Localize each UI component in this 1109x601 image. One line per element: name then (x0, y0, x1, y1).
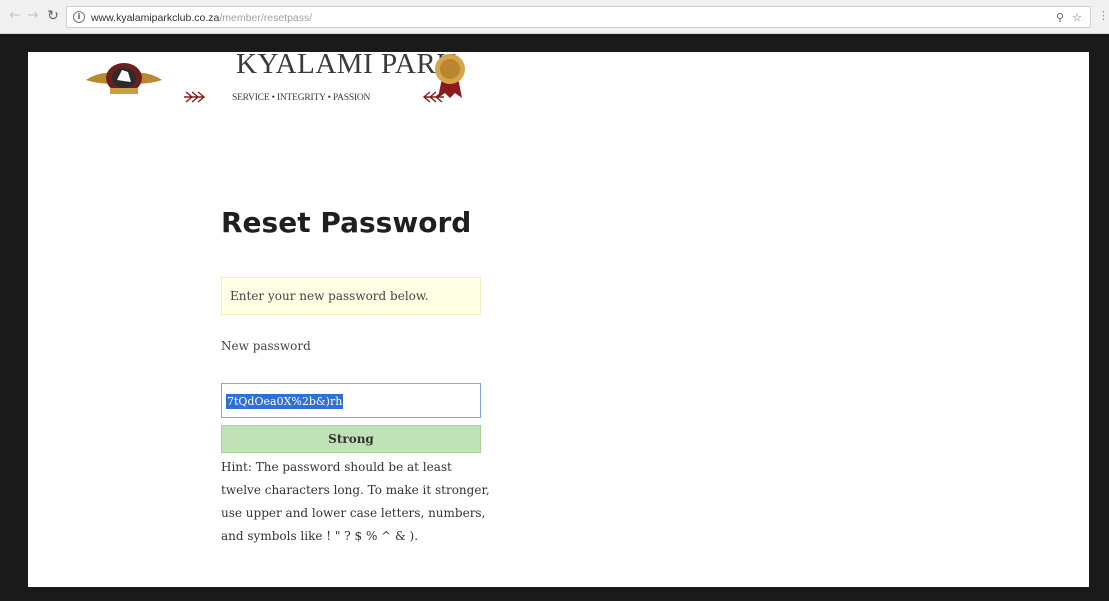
address-bar[interactable]: i www.kyalamiparkclub.co.za/member/reset… (66, 6, 1091, 28)
info-icon[interactable]: i (73, 11, 85, 23)
brand-name: KYALAMI PARK (236, 52, 458, 80)
back-icon[interactable]: ← (8, 8, 22, 24)
url-path: /member/resetpass/ (219, 12, 313, 24)
crest-icon (86, 63, 162, 94)
forward-icon[interactable]: → (26, 8, 40, 24)
key-icon[interactable]: ⚲ (1056, 10, 1064, 26)
arrow-ornament-icon (184, 91, 206, 103)
new-password-label: New password (221, 339, 311, 353)
page-content: KYALAMI PARK SERVICE • INTEGRITY • PASSI… (28, 52, 1089, 587)
url-domain: www.kyalamiparkclub.co.za (91, 12, 220, 24)
browser-toolbar: ← → ↻ i www.kyalamiparkclub.co.za/member… (0, 0, 1109, 34)
page-title: Reset Password (221, 206, 472, 239)
notice-box: Enter your new password below. (221, 277, 481, 315)
site-logo[interactable]: KYALAMI PARK SERVICE • INTEGRITY • PASSI… (84, 52, 484, 116)
medal-icon (435, 54, 465, 98)
new-password-field[interactable]: 7tQdOea0X%2b&)rh (221, 383, 481, 418)
password-strength-indicator: Strong (221, 425, 481, 453)
menu-icon[interactable]: ⋮ (1098, 9, 1109, 23)
password-value-selected: 7tQdOea0X%2b&)rh (226, 394, 344, 409)
star-icon[interactable]: ☆ (1072, 10, 1082, 26)
tagline: SERVICE • INTEGRITY • PASSION (232, 93, 371, 103)
url-text[interactable]: www.kyalamiparkclub.co.za/member/resetpa… (91, 10, 312, 26)
password-hint: Hint: The password should be at least tw… (221, 460, 490, 543)
reload-icon[interactable]: ↻ (46, 8, 60, 24)
